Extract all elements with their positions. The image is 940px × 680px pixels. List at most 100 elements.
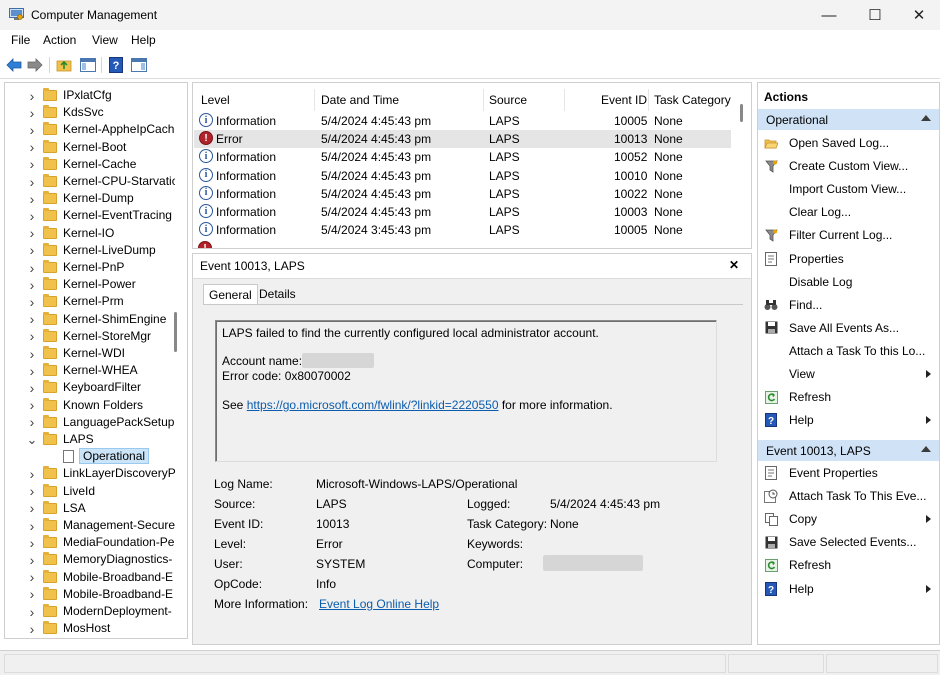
chevron-right-icon[interactable]: ›	[27, 139, 37, 156]
column-header-source[interactable]: Source	[489, 93, 527, 107]
tree-item[interactable]: › LSA	[5, 500, 175, 517]
chevron-right-icon[interactable]: ›	[27, 483, 37, 500]
tree-item[interactable]: › Kernel-Boot	[5, 139, 175, 156]
close-button[interactable]: ✕	[896, 0, 940, 30]
chevron-right-icon[interactable]: ›	[27, 276, 37, 293]
tree-item[interactable]: › LiveId	[5, 483, 175, 500]
chevron-right-icon[interactable]: ›	[27, 293, 37, 310]
action-item[interactable]: Create Custom View...	[758, 156, 939, 176]
chevron-right-icon[interactable]: ›	[27, 517, 37, 534]
chevron-right-icon[interactable]: ›	[27, 156, 37, 173]
tab-general[interactable]: General	[203, 284, 258, 305]
event-row[interactable]: i Information 5/4/2024 4:45:43 pm LAPS 10005…	[194, 112, 731, 130]
column-header-task-category[interactable]: Task Category	[654, 93, 731, 107]
chevron-right-icon[interactable]: ›	[27, 190, 37, 207]
chevron-right-icon[interactable]: ›	[27, 569, 37, 586]
tree-item[interactable]: › Kernel-WDI	[5, 345, 175, 362]
up-folder-icon[interactable]	[55, 56, 73, 74]
event-row[interactable]: i Information 5/4/2024 4:45:43 pm LAPS 10010…	[194, 167, 731, 185]
tree-item[interactable]: › Kernel-CPU-Starvatic	[5, 173, 175, 190]
chevron-right-icon[interactable]: ›	[27, 397, 37, 414]
chevron-right-icon[interactable]: ›	[27, 603, 37, 620]
tree-item[interactable]: Operational	[5, 448, 175, 465]
chevron-right-icon[interactable]: ›	[27, 225, 37, 242]
tree-item[interactable]: › Kernel-EventTracing	[5, 207, 175, 224]
action-item[interactable]: View	[758, 364, 939, 384]
event-message-box[interactable]: LAPS failed to find the currently config…	[215, 320, 717, 462]
column-separator[interactable]	[564, 89, 565, 111]
actions-section-event[interactable]: Event 10013, LAPS	[758, 440, 939, 461]
chevron-right-icon[interactable]: ›	[27, 311, 37, 328]
back-arrow-icon[interactable]	[5, 56, 23, 74]
chevron-right-icon[interactable]: ›	[27, 551, 37, 568]
chevron-right-icon[interactable]: ›	[27, 500, 37, 517]
event-log-online-help-link[interactable]: Event Log Online Help	[319, 597, 439, 611]
chevron-right-icon[interactable]: ›	[27, 173, 37, 190]
event-row[interactable]: i Information 5/4/2024 3:45:43 pm LAPS 10005…	[194, 221, 731, 239]
tree-item[interactable]: › LinkLayerDiscoveryPr	[5, 465, 175, 482]
action-item[interactable]: ? Help	[758, 410, 939, 430]
chevron-right-icon[interactable]: ›	[27, 87, 37, 104]
action-item[interactable]: Disable Log	[758, 272, 939, 292]
action-item[interactable]: Event Properties	[758, 463, 939, 483]
tree-item[interactable]: › Kernel-IO	[5, 225, 175, 242]
tree-item[interactable]: › Kernel-StoreMgr	[5, 328, 175, 345]
tree-item[interactable]: › IPxlatCfg	[5, 87, 175, 104]
tree-item[interactable]: › MemoryDiagnostics-	[5, 551, 175, 568]
chevron-right-icon[interactable]: ›	[27, 586, 37, 603]
chevron-right-icon[interactable]: ›	[27, 465, 37, 482]
menu-help[interactable]: Help	[131, 33, 156, 47]
tree-item[interactable]: › Kernel-Cache	[5, 156, 175, 173]
tree-item[interactable]: › KdsSvc	[5, 104, 175, 121]
menu-action[interactable]: Action	[43, 33, 76, 47]
action-item[interactable]: Save Selected Events...	[758, 532, 939, 552]
tree-item[interactable]: › KeyboardFilter	[5, 379, 175, 396]
action-item[interactable]: Clear Log...	[758, 202, 939, 222]
action-item[interactable]: Save All Events As...	[758, 318, 939, 338]
fwlink-link[interactable]: https://go.microsoft.com/fwlink/?linkid=…	[247, 398, 499, 412]
help-icon[interactable]: ?	[107, 56, 125, 74]
action-item[interactable]: Refresh	[758, 387, 939, 407]
chevron-right-icon[interactable]: ›	[27, 362, 37, 379]
tree-item[interactable]: › Kernel-LiveDump	[5, 242, 175, 259]
action-pane-icon[interactable]	[130, 56, 148, 74]
chevron-right-icon[interactable]: ›	[27, 379, 37, 396]
event-row[interactable]: i Information 5/4/2024 4:45:43 pm LAPS 10022…	[194, 185, 731, 203]
chevron-right-icon[interactable]: ›	[27, 259, 37, 276]
tree-item[interactable]: › ModernDeployment-	[5, 603, 175, 620]
action-item[interactable]: Refresh	[758, 555, 939, 575]
forward-arrow-icon[interactable]	[26, 56, 44, 74]
event-row[interactable]: ! Error 5/4/2024 4:45:43 pm LAPS 10013 None	[194, 130, 731, 149]
tree-item[interactable]: › LanguagePackSetup	[5, 414, 175, 431]
tree-scrollbar[interactable]	[174, 312, 177, 352]
event-list-scrollbar[interactable]	[740, 104, 743, 122]
action-item[interactable]: Attach a Task To this Lo...	[758, 341, 939, 361]
chevron-right-icon[interactable]: ›	[27, 414, 37, 431]
actions-section-operational[interactable]: Operational	[758, 109, 939, 130]
tree-item[interactable]: › Mobile-Broadband-E	[5, 569, 175, 586]
column-header-event-id[interactable]: Event ID	[601, 93, 647, 107]
chevron-right-icon[interactable]: ›	[27, 121, 37, 138]
tree-item[interactable]: › MediaFoundation-Pe	[5, 534, 175, 551]
column-header-level[interactable]: Level	[201, 93, 230, 107]
tree-item[interactable]: › Mobile-Broadband-E	[5, 586, 175, 603]
tree-item[interactable]: › Kernel-Dump	[5, 190, 175, 207]
minimize-button[interactable]: —	[806, 0, 852, 30]
menu-file[interactable]: File	[11, 33, 30, 47]
show-hide-tree-icon[interactable]	[79, 56, 97, 74]
tree-item[interactable]: › Known Folders	[5, 397, 175, 414]
tree-item[interactable]: › Management-Secure	[5, 517, 175, 534]
chevron-right-icon[interactable]: ›	[27, 534, 37, 551]
action-item[interactable]: Copy	[758, 509, 939, 529]
tree-item[interactable]: › Kernel-Prm	[5, 293, 175, 310]
chevron-right-icon[interactable]: ›	[27, 328, 37, 345]
tab-details[interactable]: Details	[254, 284, 301, 304]
event-row[interactable]: i Information 5/4/2024 4:45:43 pm LAPS 10052…	[194, 148, 731, 166]
menu-view[interactable]: View	[92, 33, 118, 47]
action-item[interactable]: ? Help	[758, 579, 939, 599]
tree-item[interactable]: › Kernel-PnP	[5, 259, 175, 276]
tree-item[interactable]: › Kernel-WHEA	[5, 362, 175, 379]
close-detail-icon[interactable]: ✕	[729, 258, 739, 272]
chevron-right-icon[interactable]: ›	[27, 104, 37, 121]
chevron-down-icon[interactable]: ⌄	[27, 431, 38, 448]
